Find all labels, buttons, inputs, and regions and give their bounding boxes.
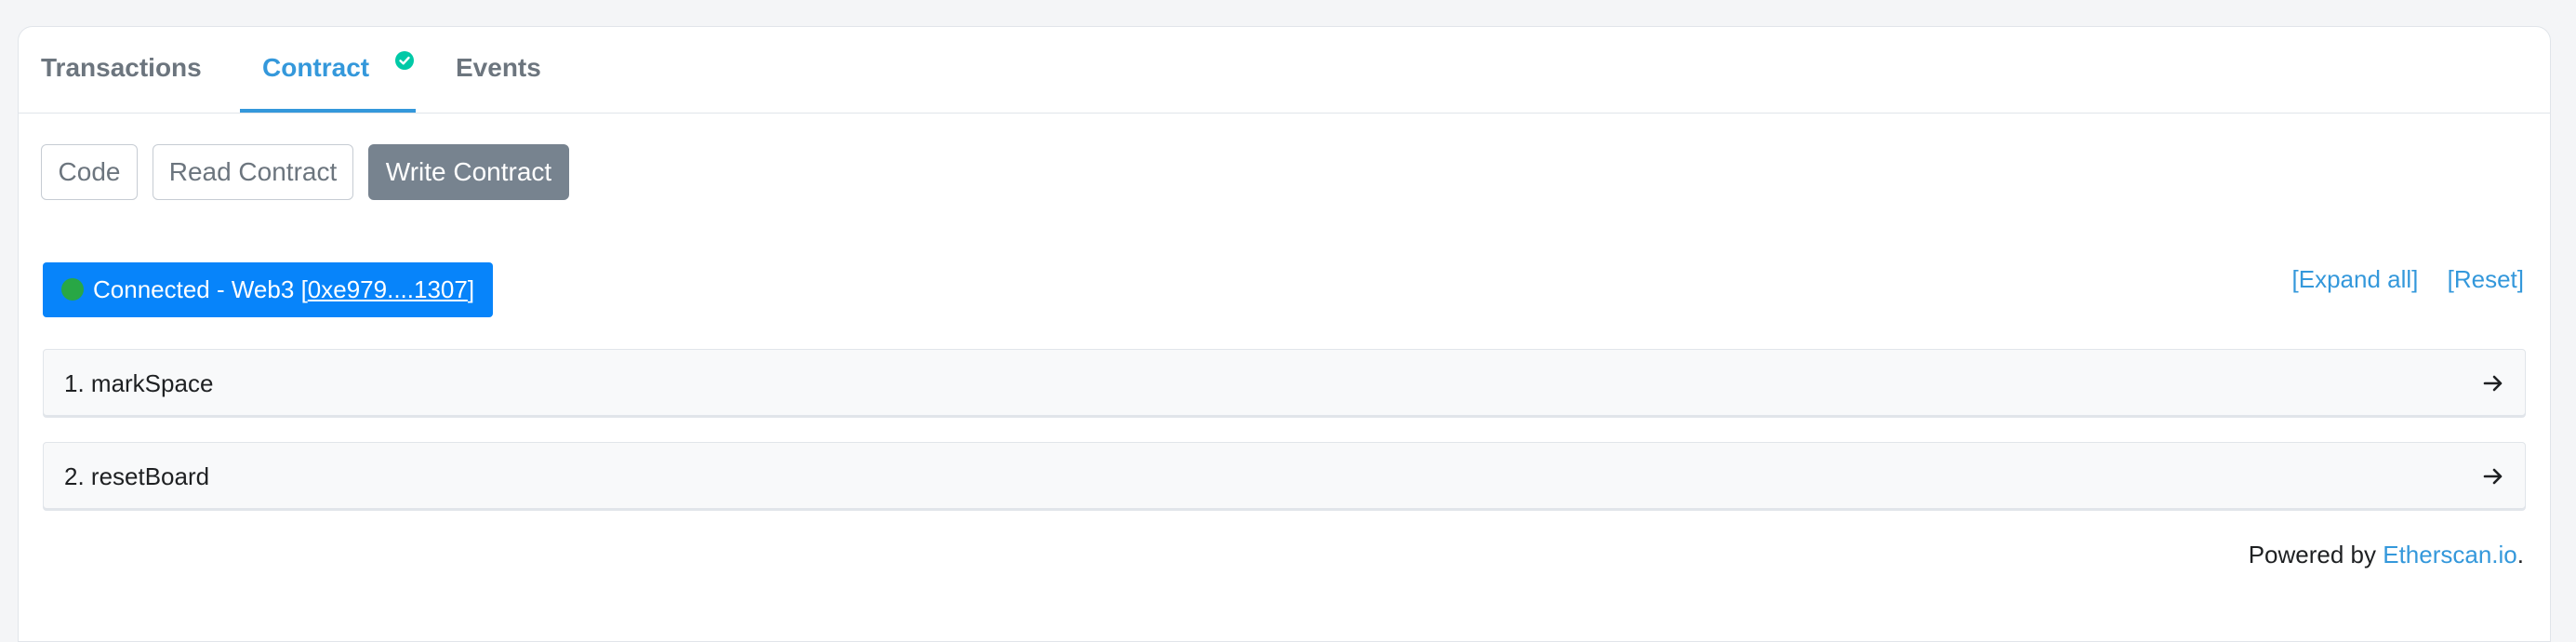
contract-card: Transactions Contract Events Code Read C… [18, 26, 2551, 642]
function-label: 1. markSpace [64, 369, 214, 397]
read-contract-button[interactable]: Read Contract [153, 144, 353, 200]
powered-by-prefix: Powered by [2248, 541, 2383, 568]
tab-bar: Transactions Contract Events [19, 27, 2550, 114]
toolbar-links: [Expand all] [Reset] [2270, 265, 2524, 294]
check-circle-icon [395, 51, 415, 70]
arrow-right-icon [2483, 375, 2503, 392]
wallet-address[interactable]: [0xe979....1307] [301, 275, 475, 303]
status-dot [61, 278, 84, 301]
function-row-markspace[interactable]: 1. markSpace [43, 349, 2526, 416]
web3-connect-button[interactable]: Connected - Web3 [0xe979....1307] [43, 262, 493, 317]
reset-link[interactable]: [Reset] [2448, 265, 2524, 293]
tab-contract[interactable]: Contract [240, 51, 417, 113]
tab-events-label: Events [456, 53, 541, 82]
address-value: 0xe979....1307 [307, 275, 468, 303]
tab-events[interactable]: Events [456, 53, 541, 113]
address-close-bracket: ] [467, 275, 475, 303]
tab-transactions[interactable]: Transactions [41, 53, 202, 113]
function-row-resetboard[interactable]: 2. resetBoard [43, 442, 2526, 509]
etherscan-link[interactable]: Etherscan.io [2383, 541, 2517, 568]
connection-label: Connected - Web3 [93, 275, 295, 303]
powered-by-suffix: . [2516, 541, 2524, 568]
arrow-right-icon [2483, 468, 2503, 485]
tab-contract-label: Contract [262, 53, 370, 82]
code-button[interactable]: Code [41, 144, 138, 200]
expand-all-link[interactable]: [Expand all] [2292, 265, 2419, 293]
write-contract-button[interactable]: Write Contract [368, 144, 569, 200]
tab-transactions-label: Transactions [41, 53, 202, 82]
function-label: 2. resetBoard [64, 462, 210, 490]
powered-by: Powered by Etherscan.io. [2249, 541, 2524, 569]
address-open-bracket: [ [300, 275, 308, 303]
